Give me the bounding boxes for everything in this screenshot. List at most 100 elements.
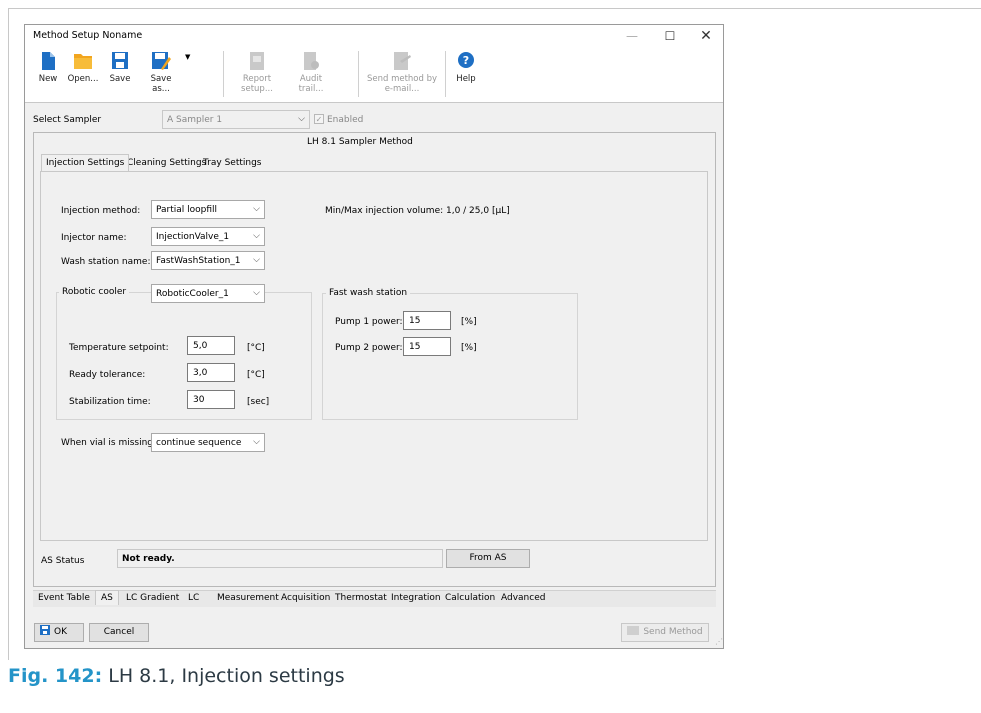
toolbar-separator (223, 51, 224, 97)
tab-lc[interactable]: LC (185, 591, 202, 605)
pump2-power-label: Pump 2 power: (335, 343, 403, 353)
wash-station-label: Wash station name: (61, 257, 151, 267)
save-as-icon (152, 52, 171, 70)
folder-icon (74, 54, 92, 69)
figure-caption-text: LH 8.1, Injection settings (108, 665, 345, 687)
open-button[interactable]: Open... (65, 49, 101, 99)
tab-tray-settings[interactable]: Tray Settings (199, 155, 266, 171)
new-button[interactable]: New (33, 49, 63, 99)
tolerance-unit: [°C] (247, 370, 265, 380)
chevron-down-icon: ⌵ (253, 288, 260, 298)
save-button[interactable]: Save (105, 49, 135, 99)
tab-injection-settings[interactable]: Injection Settings (41, 154, 130, 171)
robotic-cooler-select[interactable]: RoboticCooler_1 ⌵ (151, 284, 265, 303)
help-button[interactable]: ? Help (451, 49, 481, 99)
window-title: Method Setup Noname (33, 30, 143, 41)
svg-text:?: ? (463, 54, 469, 67)
method-title: LH 8.1 Sampler Method (307, 137, 413, 147)
injector-name-value: InjectionValve_1 (156, 232, 230, 242)
stabilization-time-input[interactable]: 30 (187, 390, 235, 409)
stabilization-unit: [sec] (247, 397, 270, 407)
open-label: Open... (67, 74, 99, 84)
robotic-cooler-value: RoboticCooler_1 (156, 289, 229, 299)
tab-integration[interactable]: Integration (388, 591, 444, 605)
tab-lc-gradient[interactable]: LC Gradient (123, 591, 182, 605)
report-setup-button[interactable]: Report setup... (229, 49, 285, 99)
temperature-setpoint-label: Temperature setpoint: (69, 343, 169, 353)
temperature-unit: [°C] (247, 343, 265, 353)
save-label: Save (109, 74, 131, 84)
vial-missing-select[interactable]: continue sequence ⌵ (151, 433, 265, 452)
pump2-power-input[interactable]: 15 (403, 337, 451, 356)
stabilization-time-label: Stabilization time: (69, 397, 151, 407)
save-icon (40, 625, 50, 635)
injection-method-value: Partial loopfill (156, 205, 218, 215)
send-method-label-1: Send method by (366, 74, 438, 84)
resize-grip-icon[interactable]: ⋰ (715, 637, 723, 646)
wash-station-value: FastWashStation_1 (156, 256, 241, 266)
figure-number: Fig. 142: (8, 665, 103, 687)
tab-as[interactable]: AS (95, 590, 119, 605)
tab-event-table[interactable]: Event Table (35, 591, 93, 605)
wash-station-select[interactable]: FastWashStation_1 ⌵ (151, 251, 265, 270)
tab-acquisition[interactable]: Acquisition (278, 591, 333, 605)
send-method-button[interactable]: Send Method (621, 623, 709, 642)
ok-label: OK (54, 627, 67, 637)
chevron-down-icon: ⌵ (253, 437, 260, 447)
figure-caption: Fig. 142: LH 8.1, Injection settings (8, 665, 345, 687)
injection-method-label: Injection method: (61, 206, 141, 216)
injector-name-select[interactable]: InjectionValve_1 ⌵ (151, 227, 265, 246)
send-method-label: Send Method (643, 627, 703, 637)
toolbar-separator (358, 51, 359, 97)
audit-trail-label: Audit trail... (298, 74, 324, 94)
tab-cleaning-settings[interactable]: Cleaning Settings (123, 155, 210, 171)
chevron-down-icon: ⌵ (298, 114, 305, 124)
enabled-checkbox[interactable]: ✓ (314, 114, 324, 124)
cancel-button[interactable]: Cancel (89, 623, 149, 642)
robotic-cooler-title: Robotic cooler (59, 287, 130, 297)
tab-advanced[interactable]: Advanced (498, 591, 548, 605)
tab-calculation[interactable]: Calculation (442, 591, 498, 605)
report-setup-label: Report setup... (241, 74, 273, 94)
ok-button[interactable]: OK (34, 623, 84, 642)
save-as-dropdown-icon[interactable]: ▼ (185, 53, 190, 61)
pump1-power-label: Pump 1 power: (335, 317, 403, 327)
select-sampler-label: Select Sampler (33, 115, 102, 125)
maximize-button[interactable]: ☐ (653, 27, 687, 45)
vial-missing-label: When vial is missing: (61, 438, 157, 448)
save-as-button[interactable]: Save as... (141, 49, 181, 99)
method-setup-window: Method Setup Noname — ☐ ✕ New Open... Sa… (24, 24, 724, 649)
title-bar: Method Setup Noname — ☐ ✕ (25, 25, 723, 47)
as-status-label: AS Status (41, 556, 85, 566)
send-method-label-2: e-mail... (384, 84, 420, 94)
help-label: Help (456, 74, 476, 84)
chevron-down-icon: ⌵ (253, 231, 260, 241)
sampler-select[interactable]: A Sampler 1 ⌵ (162, 110, 310, 129)
chevron-down-icon: ⌵ (253, 204, 260, 214)
help-icon: ? (458, 52, 474, 68)
toolbar-separator (445, 51, 446, 97)
audit-trail-button[interactable]: Audit trail... (287, 49, 335, 99)
report-icon (250, 52, 264, 70)
pump1-power-input[interactable]: 15 (403, 311, 451, 330)
close-button[interactable]: ✕ (689, 27, 723, 45)
sampler-value: A Sampler 1 (167, 115, 223, 125)
new-label: New (38, 74, 58, 84)
send-method-email-button[interactable]: Send method by e-mail... (363, 49, 441, 99)
save-icon (112, 52, 128, 69)
new-file-icon (42, 52, 55, 70)
ready-tolerance-input[interactable]: 3,0 (187, 363, 235, 382)
tab-thermostat[interactable]: Thermostat (332, 591, 390, 605)
vial-missing-value: continue sequence (156, 438, 242, 448)
temperature-setpoint-input[interactable]: 5,0 (187, 336, 235, 355)
chevron-down-icon: ⌵ (253, 255, 260, 265)
send-icon (627, 626, 640, 635)
injection-method-select[interactable]: Partial loopfill ⌵ (151, 200, 265, 219)
injector-name-label: Injector name: (61, 233, 127, 243)
tab-measurement[interactable]: Measurement (214, 591, 282, 605)
enabled-label: Enabled (327, 115, 364, 125)
audit-trail-icon (304, 52, 319, 70)
fast-wash-station-title: Fast wash station (326, 288, 411, 298)
minimize-button[interactable]: — (615, 27, 649, 45)
from-as-button[interactable]: From AS (446, 549, 530, 568)
